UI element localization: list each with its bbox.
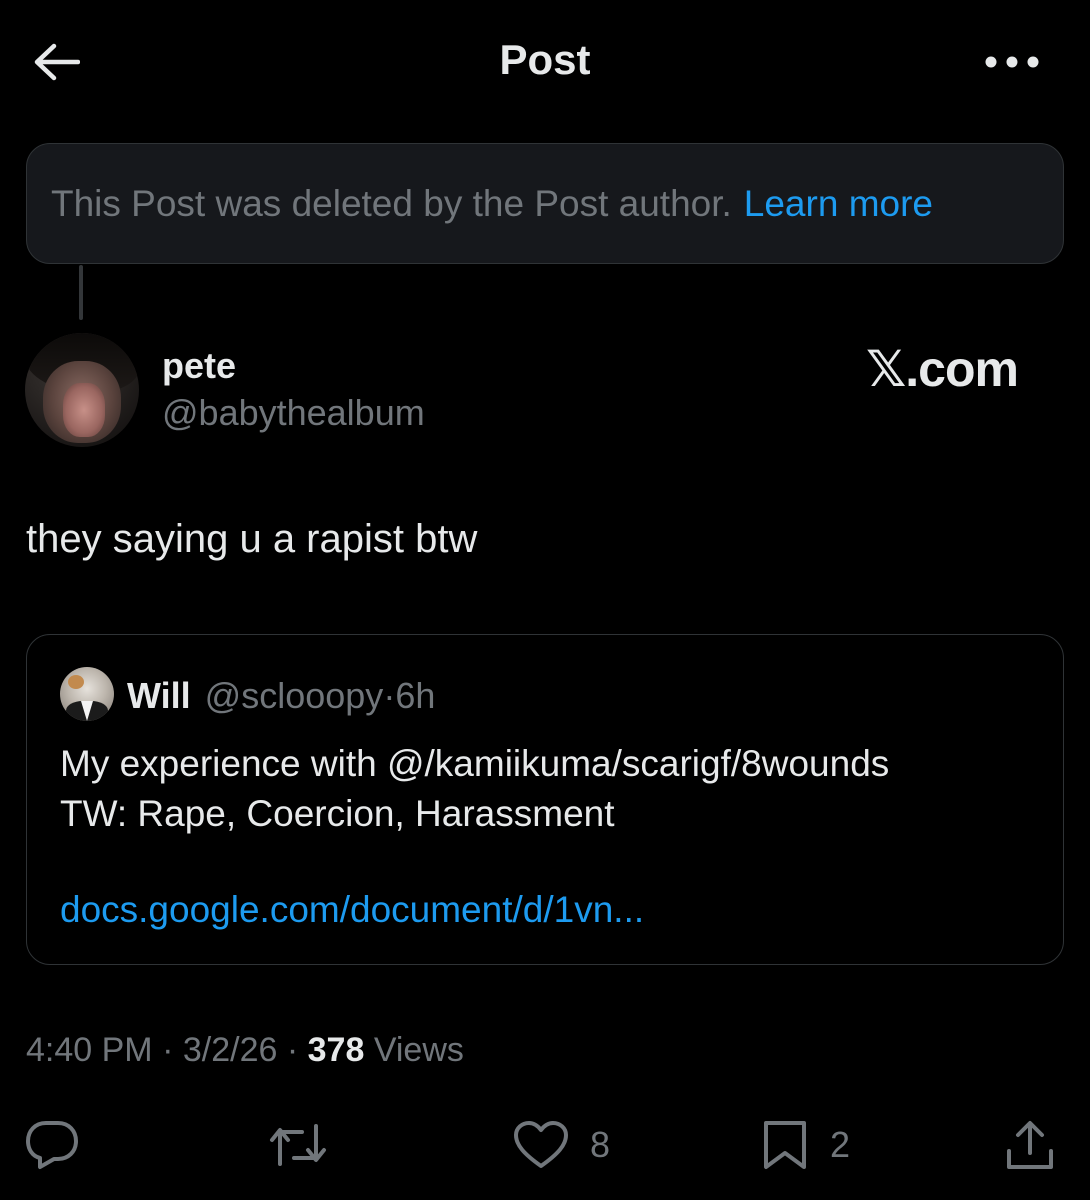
more-options-button[interactable] xyxy=(980,42,1044,82)
like-count: 8 xyxy=(590,1124,611,1165)
post-date: 3/2/26 xyxy=(182,1031,278,1069)
bookmark-button[interactable]: 2 xyxy=(760,1110,850,1180)
quoted-post-card[interactable]: Will @sclooopy·6h My experience with @/ka… xyxy=(26,634,1064,965)
quoted-post-text: My experience with @/kamiikuma/scarigf/8… xyxy=(60,739,889,839)
quoted-text-line-2: TW: Rape, Coercion, Harassment xyxy=(60,793,615,834)
post-screen: Post This Post was deleted by the Post a… xyxy=(0,0,1090,1200)
author-handle[interactable]: @babythealbum xyxy=(162,392,425,434)
views-label: Views xyxy=(373,1031,464,1069)
page-title: Post xyxy=(499,36,591,83)
author-display-name[interactable]: pete xyxy=(162,345,236,387)
top-bar: Post xyxy=(0,0,1090,125)
heart-icon xyxy=(514,1121,568,1168)
quoted-post-header: Will @sclooopy·6h xyxy=(127,675,435,717)
quoted-post-link[interactable]: docs.google.com/document/d/1vn... xyxy=(60,889,644,931)
quoted-author-handle: @sclooopy xyxy=(204,675,384,716)
deleted-post-notice: This Post was deleted by the Post author… xyxy=(26,143,1064,264)
quoted-author-name: Will xyxy=(127,675,191,716)
repost-icon xyxy=(270,1124,326,1166)
quoted-text-line-1: My experience with @/kamiikuma/scarigf/8… xyxy=(60,743,890,784)
repost-button[interactable] xyxy=(268,1110,328,1180)
views-count[interactable]: 378 xyxy=(308,1031,365,1069)
bookmark-icon xyxy=(764,1121,806,1169)
post-time: 4:40 PM xyxy=(26,1031,153,1069)
post-action-bar: 8 2 xyxy=(0,1110,1090,1180)
learn-more-link[interactable]: Learn more xyxy=(744,183,933,225)
meta-separator: · xyxy=(286,1031,299,1069)
quoted-separator: · xyxy=(383,675,396,716)
quoted-author-avatar xyxy=(60,667,114,721)
x-com-watermark: 𝕏.com xyxy=(866,341,1019,397)
deleted-notice-text: This Post was deleted by the Post author… xyxy=(51,182,732,224)
share-icon xyxy=(1007,1121,1053,1169)
author-avatar[interactable] xyxy=(25,333,139,447)
bookmark-count: 2 xyxy=(830,1124,851,1165)
more-horizontal-icon xyxy=(985,56,1039,68)
quoted-post-time: 6h xyxy=(395,675,436,716)
post-text: they saying u a rapist btw xyxy=(26,517,478,561)
thread-connector-line xyxy=(79,265,83,320)
post-metadata: 4:40 PM · 3/2/26 · 378 Views xyxy=(26,1031,464,1070)
reply-icon xyxy=(26,1121,78,1169)
like-button[interactable]: 8 xyxy=(512,1110,610,1180)
reply-button[interactable] xyxy=(24,1110,80,1180)
share-button[interactable] xyxy=(1004,1110,1056,1180)
meta-separator: · xyxy=(162,1031,174,1069)
